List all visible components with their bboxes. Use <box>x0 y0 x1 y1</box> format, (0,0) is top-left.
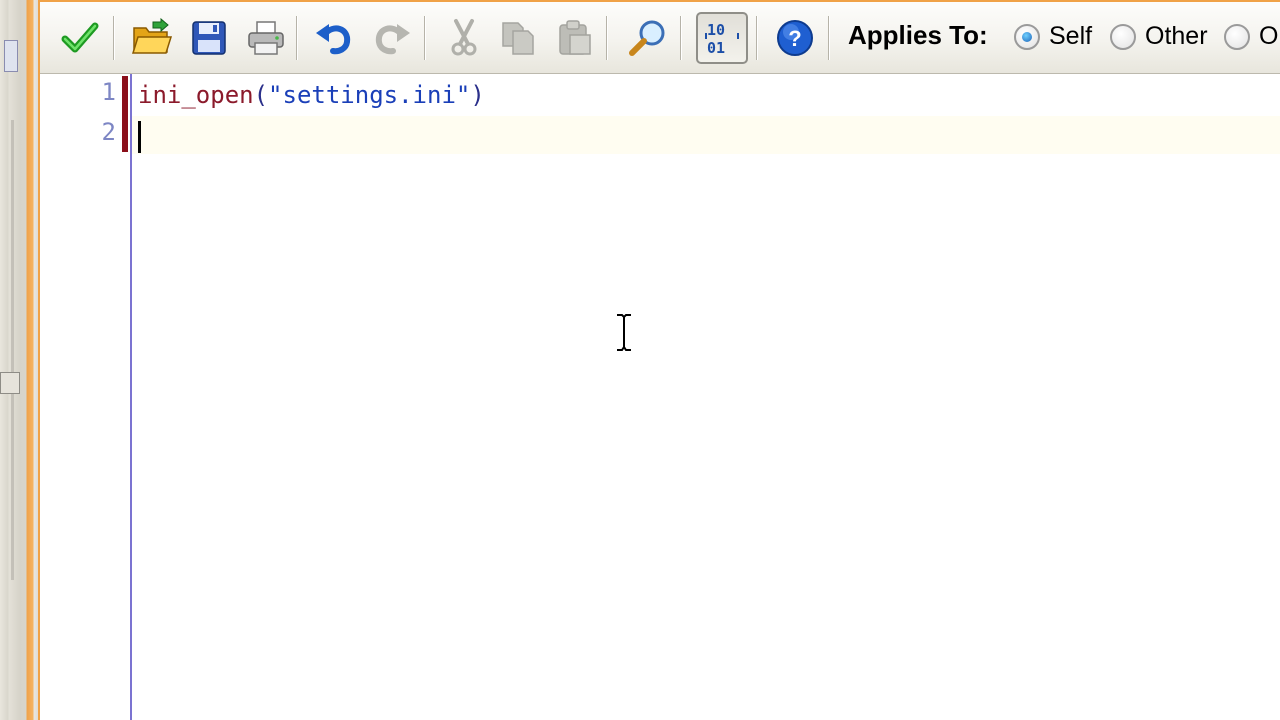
ibeam-cursor-icon <box>617 313 631 352</box>
code-line-1[interactable]: ini_open("settings.ini") <box>138 76 485 114</box>
save-button[interactable] <box>183 12 235 64</box>
code-token-punctuation: ( <box>253 81 269 109</box>
code-token-function: ini_open <box>138 81 254 109</box>
paste-icon <box>559 20 591 55</box>
line-number: 1 <box>101 78 116 106</box>
find-button[interactable] <box>622 12 674 64</box>
toolbar-separator <box>424 16 426 60</box>
scissors-icon <box>451 19 477 56</box>
toolbar-separator <box>296 16 298 60</box>
magnifier-icon <box>629 20 665 56</box>
code-editor-window: 10 01 ? Applies To: Self Other O 1 2 ini… <box>38 0 1280 720</box>
paste-button[interactable] <box>548 12 600 64</box>
accept-button[interactable] <box>54 12 106 64</box>
modified-line-marker <box>122 76 128 152</box>
copy-button[interactable] <box>492 12 544 64</box>
folder-open-icon <box>131 18 173 54</box>
background-button <box>4 40 18 72</box>
binary-code-icon: 10 01 <box>705 21 739 57</box>
copy-icon <box>502 22 534 55</box>
radio-other-label: Other <box>1145 22 1208 50</box>
printer-icon <box>248 21 284 55</box>
code-token-string: "settings.ini" <box>268 81 471 109</box>
svg-text:10: 10 <box>707 21 725 39</box>
toolbar-separator <box>606 16 608 60</box>
code-editor[interactable]: 1 2 ini_open("settings.ini") <box>40 74 1280 720</box>
open-button[interactable] <box>126 12 178 64</box>
print-button[interactable] <box>240 12 292 64</box>
code-token-punctuation: ) <box>470 81 485 109</box>
toolbar-separator <box>828 16 830 60</box>
line-number-gutter: 1 2 <box>40 74 132 720</box>
applies-to-label: Applies To: <box>848 20 988 50</box>
screen: 10 01 ? Applies To: Self Other O 1 2 ini… <box>0 0 1280 720</box>
help-icon: ? <box>777 20 813 56</box>
svg-text:?: ? <box>788 26 801 51</box>
redo-icon <box>375 24 410 55</box>
radio-object[interactable]: O <box>1224 22 1278 51</box>
background-window-edge <box>0 0 40 720</box>
current-line-highlight <box>132 116 1280 154</box>
svg-text:01: 01 <box>707 39 725 57</box>
radio-button[interactable] <box>1224 23 1250 50</box>
undo-button[interactable] <box>308 12 360 64</box>
floppy-disk-icon <box>192 21 226 55</box>
toolbar-separator <box>756 16 758 60</box>
toolbar-separator <box>680 16 682 60</box>
radio-button-checked[interactable] <box>1014 23 1040 50</box>
radio-self-label: Self <box>1049 22 1093 50</box>
undo-icon <box>316 24 351 55</box>
code-toggle-button[interactable]: 10 01 <box>696 12 748 64</box>
help-button[interactable]: ? <box>769 12 821 64</box>
background-collapse-button <box>0 372 20 394</box>
radio-other[interactable]: Other <box>1110 22 1208 51</box>
background-scroll-track <box>11 120 14 580</box>
radio-button[interactable] <box>1110 23 1136 50</box>
cut-button[interactable] <box>438 12 490 64</box>
toolbar-separator <box>113 16 115 60</box>
text-caret <box>138 121 141 153</box>
checkmark-icon <box>61 22 99 53</box>
redo-button[interactable] <box>366 12 418 64</box>
toolbar: 10 01 ? Applies To: Self Other O <box>40 2 1280 74</box>
radio-self[interactable]: Self <box>1014 22 1092 51</box>
radio-object-label: O <box>1259 22 1279 50</box>
line-number: 2 <box>101 118 116 146</box>
